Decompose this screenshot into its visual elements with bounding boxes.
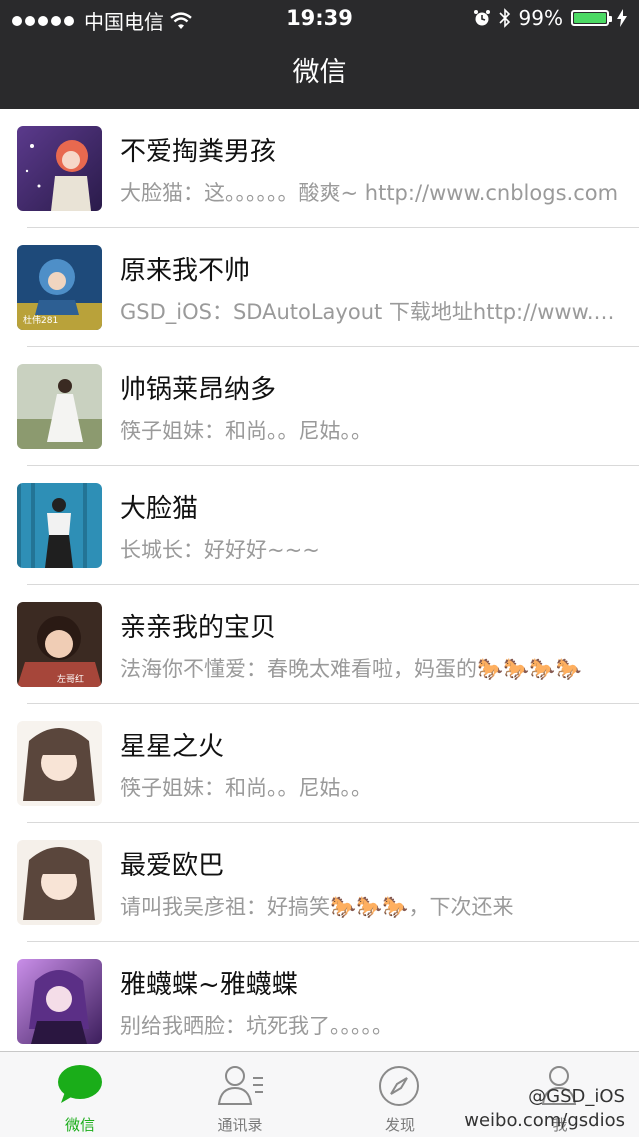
nav-bar: 微信 (0, 36, 639, 109)
tab-contacts[interactable]: 通讯录 (160, 1052, 320, 1137)
chat-row[interactable]: 杜伟281 原来我不帅 GSD_iOS：SDAutoLayout 下载地址htt… (0, 228, 639, 347)
chat-preview: GSD_iOS：SDAutoLayout 下载地址http://www.gith… (120, 300, 620, 324)
chat-row[interactable]: 左哥红 亲亲我的宝贝 法海你不懂爱：春晚太难看啦，妈蛋的🐎🐎🐎🐎 (0, 585, 639, 704)
avatar (17, 483, 102, 568)
tab-chats[interactable]: 微信 (0, 1052, 160, 1137)
battery-icon (571, 10, 612, 26)
avatar: 左哥红 (17, 602, 102, 687)
chat-preview: 大脸猫：这。。。。。。酸爽~ http://www.cnblogs.com (120, 181, 619, 205)
status-bar: 中国电信 19:39 99% (0, 0, 639, 36)
chat-row[interactable]: 最爱欧巴 请叫我吴彦祖：好搞笑🐎🐎🐎，下次还来 (0, 823, 639, 942)
contacts-icon (217, 1066, 263, 1105)
battery-level (574, 13, 606, 23)
chat-name: 最爱欧巴 (120, 851, 225, 881)
svg-text:杜伟281: 杜伟281 (23, 314, 58, 326)
chat-preview: 长城长：好好好~~~ (120, 538, 320, 562)
chat-preview: 法海你不懂爱：春晚太难看啦，妈蛋的🐎🐎🐎🐎 (120, 657, 582, 681)
watermark-handle: @GSD_iOS (528, 1086, 625, 1107)
chat-bubble-icon (58, 1065, 102, 1103)
chat-row[interactable]: 大脸猫 长城长：好好好~~~ (0, 466, 639, 585)
tab-bar: 微信 通讯录 发现 我 @GSD_iOS weibo.com/gsdios (0, 1051, 639, 1137)
svg-text:左哥红: 左哥红 (57, 673, 84, 685)
avatar (17, 364, 102, 449)
chat-name: 不爱掏粪男孩 (120, 137, 277, 167)
chat-preview: 筷子姐妹：和尚。。尼姑。。 (120, 419, 372, 443)
bluetooth-icon (498, 8, 510, 28)
battery-percent: 99% (518, 6, 563, 30)
chat-row[interactable]: 星星之火 筷子姐妹：和尚。。尼姑。。 (0, 704, 639, 823)
chat-name: 亲亲我的宝贝 (120, 613, 277, 643)
avatar (17, 840, 102, 925)
chat-preview: 筷子姐妹：和尚。。尼姑。。 (120, 776, 372, 800)
tab-label: 发现 (384, 1116, 415, 1134)
chat-name: 星星之火 (120, 732, 225, 762)
avatar (17, 959, 102, 1044)
compass-icon (379, 1066, 419, 1106)
chat-name: 原来我不帅 (120, 256, 251, 286)
chat-name: 大脸猫 (120, 494, 199, 524)
avatar (17, 126, 102, 211)
watermark-url: weibo.com/gsdios (464, 1110, 625, 1131)
nav-title: 微信 (292, 57, 347, 88)
tab-discover[interactable]: 发现 (320, 1052, 480, 1137)
status-right: 99% (473, 6, 627, 30)
alarm-icon (473, 10, 490, 26)
tab-label: 通讯录 (217, 1116, 263, 1134)
chat-preview: 请叫我吴彦祖：好搞笑🐎🐎🐎，下次还来 (120, 895, 514, 919)
avatar (17, 721, 102, 806)
chat-name: 帅锅莱昂纳多 (120, 375, 277, 405)
chat-row[interactable]: 帅锅莱昂纳多 筷子姐妹：和尚。。尼姑。。 (0, 347, 639, 466)
avatar: 杜伟281 (17, 245, 102, 330)
chat-row[interactable]: 雅蠛蝶~雅蠛蝶 别给我晒脸：坑死我了。。。。。 (0, 942, 639, 1061)
chat-name: 雅蠛蝶~雅蠛蝶 (120, 970, 298, 1000)
chat-preview: 别给我晒脸：坑死我了。。。。。 (120, 1014, 393, 1038)
charging-bolt-icon (617, 9, 627, 27)
tab-label: 微信 (64, 1116, 95, 1134)
chat-row[interactable]: 不爱掏粪男孩 大脸猫：这。。。。。。酸爽~ http://www.cnblogs… (0, 109, 639, 228)
